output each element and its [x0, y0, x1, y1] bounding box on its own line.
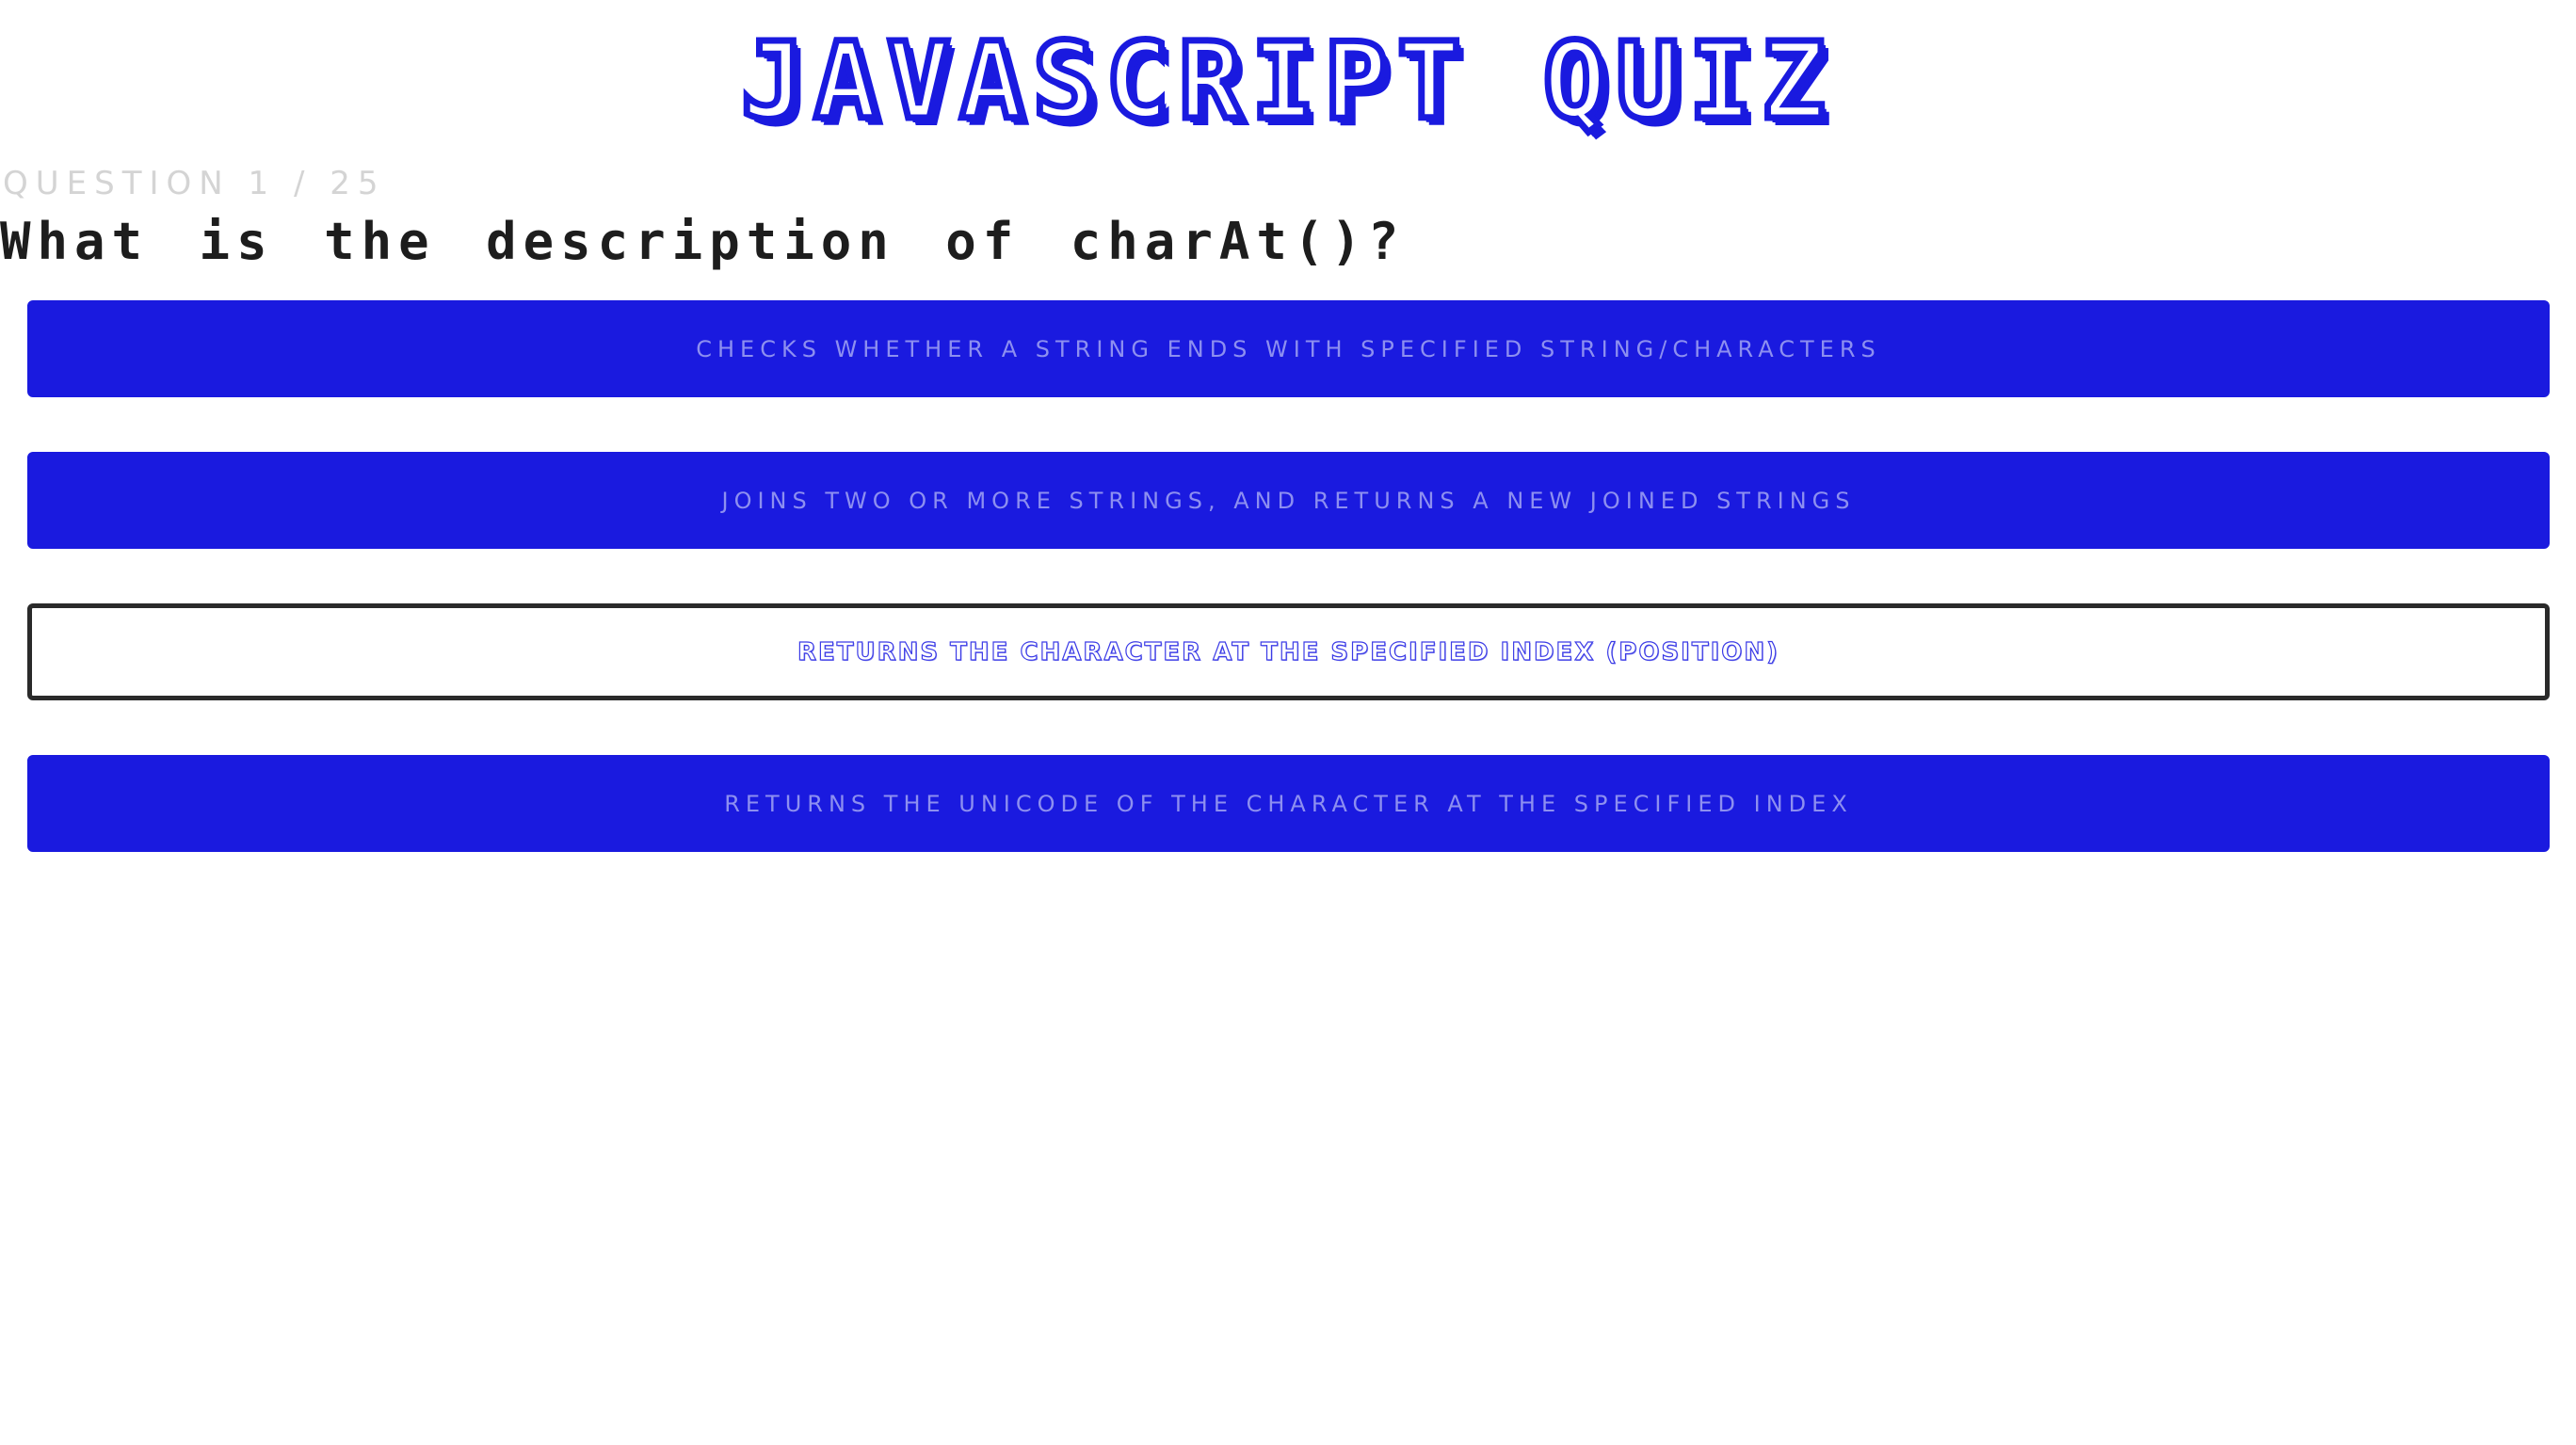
quiz-page: JAVASCRIPT QUIZ QUESTION 1 / 25 What is …: [0, 0, 2576, 1445]
page-title: JAVASCRIPT QUIZ: [738, 18, 1835, 147]
answer-label: Returns the Unicode of the character at …: [724, 790, 1853, 817]
answer-button-2[interactable]: Joins two or more strings, and returns a…: [27, 452, 2550, 549]
answer-button-3[interactable]: Returns the character at the specified i…: [27, 603, 2550, 700]
answer-label: Checks whether a string ends with specif…: [696, 335, 1881, 362]
question-text: What is the description of charAt()?: [0, 212, 1406, 271]
question-counter: QUESTION 1 / 25: [3, 165, 386, 202]
answer-label: Joins two or more strings, and returns a…: [721, 487, 1856, 514]
answer-button-4[interactable]: Returns the Unicode of the character at …: [27, 755, 2550, 852]
answer-list: Checks whether a string ends with specif…: [27, 300, 2550, 907]
answer-button-1[interactable]: Checks whether a string ends with specif…: [27, 300, 2550, 397]
answer-label: Returns the character at the specified i…: [797, 637, 1780, 666]
